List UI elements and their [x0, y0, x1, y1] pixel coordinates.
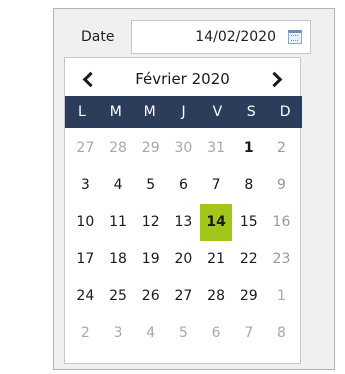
calendar-day[interactable]: 13: [167, 204, 200, 241]
calendar-day[interactable]: 12: [134, 204, 167, 241]
weekday-label: M: [143, 104, 156, 120]
calendar-week-row: 24 25 26 27 28 29 1: [69, 278, 298, 315]
calendar-day[interactable]: 1: [232, 130, 265, 167]
calendar-day[interactable]: 31: [200, 130, 233, 167]
day-grid: 27 28 29 30 31 1 2 3 4 5 6 7 8 9 10 11 12 13 14 15 16 17 18 19 2…: [69, 130, 298, 352]
calendar-day[interactable]: 3: [102, 315, 135, 352]
calendar-day[interactable]: 7: [232, 315, 265, 352]
calendar-day-selected[interactable]: 14: [199, 204, 233, 241]
calendar-week-row: 2345678: [69, 315, 298, 352]
calendar-day[interactable]: 29: [134, 130, 167, 167]
calendar-day[interactable]: 10: [69, 204, 102, 241]
calendar-day[interactable]: 22: [232, 241, 265, 278]
weekday-label: J: [181, 104, 186, 120]
next-month-button[interactable]: [262, 64, 292, 94]
calendar-week-row: 10 11 12 13 14 15 16: [69, 204, 298, 241]
calendar-day[interactable]: 21: [200, 241, 233, 278]
calendar-day[interactable]: 26: [134, 278, 167, 315]
calendar-day[interactable]: 5: [134, 167, 167, 204]
calendar-day[interactable]: 8: [232, 167, 265, 204]
calendar-day[interactable]: 5: [167, 315, 200, 352]
calendar-day[interactable]: 28: [200, 278, 233, 315]
calendar-day[interactable]: 19: [134, 241, 167, 278]
date-field[interactable]: 14/02/2020: [131, 20, 311, 54]
weekday-header: L M M J V S D: [65, 96, 302, 128]
weekday-label: V: [212, 104, 223, 120]
calendar-day[interactable]: 7: [200, 167, 233, 204]
date-label: Date: [81, 29, 115, 45]
calendar-day[interactable]: 27: [69, 130, 102, 167]
weekday-label: L: [78, 104, 86, 120]
calendar-day[interactable]: 1: [265, 278, 298, 315]
weekday-label: M: [109, 104, 122, 120]
calendar-day[interactable]: 4: [134, 315, 167, 352]
date-picker-popup: Février 2020 L M M J V S D 27 28 29 30 31 1 2 3…: [64, 57, 302, 364]
calendar-day[interactable]: 28: [102, 130, 135, 167]
calendar-day[interactable]: 8: [265, 315, 298, 352]
calendar-day[interactable]: 29: [232, 278, 265, 315]
calendar-day[interactable]: 6: [200, 315, 233, 352]
calendar-day[interactable]: 2: [69, 315, 102, 352]
calendar-day[interactable]: 30: [167, 130, 200, 167]
calendar-day[interactable]: 27: [167, 278, 200, 315]
calendar-day[interactable]: 15: [232, 204, 265, 241]
calendar-day[interactable]: 4: [102, 167, 135, 204]
calendar-day[interactable]: 23: [265, 241, 298, 278]
calendar-day[interactable]: 17: [69, 241, 102, 278]
calendar-week-row: 17 18 19 20 21 22 23: [69, 241, 298, 278]
chevron-right-icon: [266, 71, 283, 87]
calendar-day[interactable]: 25: [102, 278, 135, 315]
calendar-day[interactable]: 3: [69, 167, 102, 204]
calendar-day[interactable]: 20: [167, 241, 200, 278]
calendar-day[interactable]: 11: [102, 204, 135, 241]
calendar-day[interactable]: 24: [69, 278, 102, 315]
calendar-day[interactable]: 9: [265, 167, 298, 204]
calendar-day[interactable]: 18: [102, 241, 135, 278]
weekday-label: D: [279, 104, 291, 120]
date-field-value: 14/02/2020: [195, 29, 276, 45]
calendar-week-row: 3456789: [69, 167, 298, 204]
calendar-week-row: 27 28 29 30 31 1 2: [69, 130, 298, 167]
calendar-day[interactable]: 6: [167, 167, 200, 204]
calendar-day[interactable]: 2: [265, 130, 298, 167]
calendar-icon[interactable]: [288, 30, 302, 44]
weekday-label: S: [246, 104, 256, 120]
calendar-day[interactable]: 16: [265, 204, 298, 241]
